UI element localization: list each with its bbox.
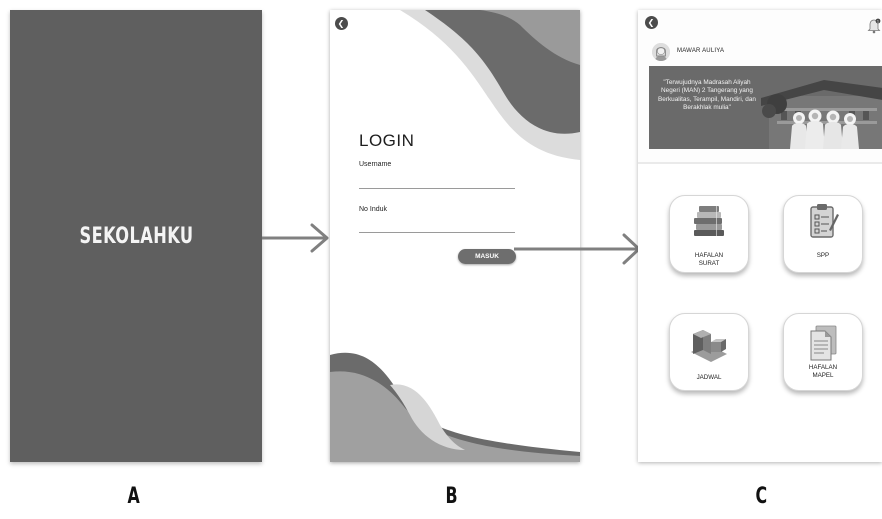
home-screen: ❮ 1 MAWAR AULIYA "Terwujudnya Madrasah A… xyxy=(638,10,882,462)
vision-banner: "Terwujudnya Madrasah Aliyah Negeri (MAN… xyxy=(649,66,882,149)
flow-arrow-a-to-b xyxy=(262,223,329,253)
menu-label-jadwal: JADWAL xyxy=(696,374,722,381)
back-button[interactable]: ❮ xyxy=(645,16,658,29)
caption-b: B xyxy=(445,484,458,509)
username-label: Username xyxy=(359,161,392,168)
masuk-button[interactable]: MASUK xyxy=(458,249,516,264)
user-name: MAWAR AULIYA xyxy=(677,48,725,54)
username-input[interactable] xyxy=(359,188,515,189)
splash-screen: SEKOLAHKU xyxy=(10,10,262,462)
header-divider xyxy=(638,162,882,164)
menu-label-hafalan-surat: HAFALAN SURAT xyxy=(694,252,724,267)
back-button[interactable]: ❮ xyxy=(335,17,348,30)
caption-c: C xyxy=(755,484,768,509)
caption-a: A xyxy=(127,484,140,509)
no-induk-input[interactable] xyxy=(359,232,515,233)
chevron-left-icon: ❮ xyxy=(647,17,655,27)
menu-card-hafalan-surat[interactable]: HAFALAN SURAT xyxy=(669,195,749,273)
bell-icon[interactable]: 1 xyxy=(867,18,881,34)
menu-label-spp: SPP xyxy=(816,252,830,259)
chevron-left-icon: ❮ xyxy=(337,18,345,28)
clipboard-checklist-icon xyxy=(810,204,839,238)
menu-label-hafalan-mapel: HAFALAN MAPEL xyxy=(808,364,838,379)
book-stack-icon xyxy=(694,206,724,236)
login-title: LOGIN xyxy=(359,131,415,150)
avatar xyxy=(652,43,670,61)
svg-text:1: 1 xyxy=(877,19,879,23)
schedule-boxes-icon xyxy=(691,330,727,362)
menu-card-jadwal[interactable]: JADWAL xyxy=(669,313,749,391)
menu-card-hafalan-mapel[interactable]: HAFALAN MAPEL xyxy=(783,313,863,391)
flow-arrow-b-to-c xyxy=(514,233,641,265)
app-title: SEKOLAHKU xyxy=(79,223,193,249)
menu-card-spp[interactable]: SPP xyxy=(783,195,863,273)
no-induk-label: No Induk xyxy=(359,206,388,213)
banner-text: "Terwujudnya Madrasah Aliyah Negeri (MAN… xyxy=(658,79,756,112)
document-pages-icon xyxy=(810,325,837,361)
